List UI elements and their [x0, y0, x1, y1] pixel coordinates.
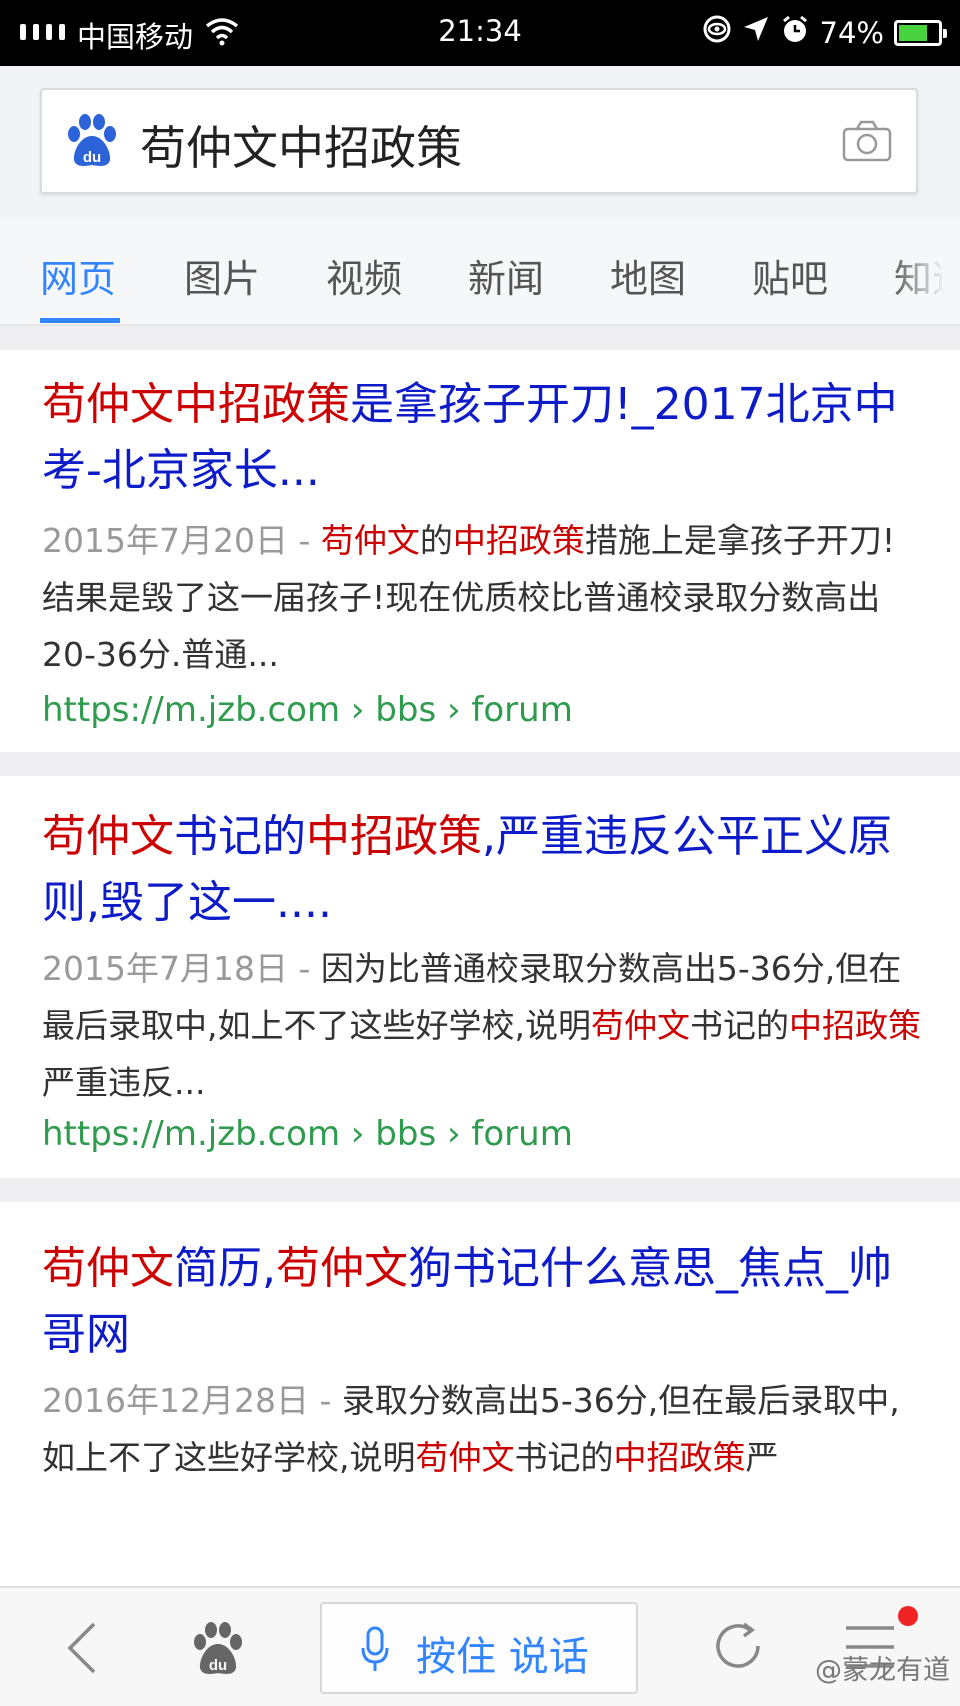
search-box[interactable]: du 苟仲文中招政策: [40, 88, 918, 194]
battery-percent: 74%: [819, 15, 884, 50]
tab-videos[interactable]: 视频: [326, 248, 402, 303]
result-snippet: 2015年7月20日 - 苟仲文的中招政策措施上是拿孩子开刀!结果是毁了这一届孩…: [42, 521, 896, 674]
back-icon[interactable]: [62, 1620, 102, 1680]
tab-tieba[interactable]: 贴吧: [752, 248, 828, 303]
vertical-tabs: 网页 图片 视频 新闻 地图 贴吧 知道: [0, 218, 960, 326]
svg-text:du: du: [83, 149, 101, 166]
battery-icon: [894, 19, 947, 46]
microphone-icon: [360, 1626, 390, 1678]
result-card[interactable]: 苟仲文书记的中招政策,严重违反公平正义原则,毁了这一.... 2015年7月18…: [0, 776, 960, 1178]
result-title[interactable]: 苟仲文简历,苟仲文狗书记什么意思_焦点_帅哥网: [42, 1236, 920, 1368]
svg-text:du: du: [209, 1657, 227, 1674]
result-card[interactable]: 苟仲文中招政策是拿孩子开刀!_2017北京中考-北京家长... 2015年7月2…: [0, 350, 960, 752]
results-list: 苟仲文中招政策是拿孩子开刀!_2017北京中考-北京家长... 2015年7月2…: [0, 326, 960, 1586]
result-date: 2015年7月20日 -: [42, 521, 321, 560]
result-title[interactable]: 苟仲文书记的中招政策,严重违反公平正义原则,毁了这一....: [42, 804, 920, 936]
result-url[interactable]: https://m.jzb.com › bbs › forum: [42, 690, 573, 730]
location-arrow-icon: [742, 15, 770, 50]
result-snippet: 2015年7月18日 - 因为比普通校录取分数高出5-36分,但在最后录取中,如…: [42, 949, 921, 1102]
result-card[interactable]: 苟仲文简历,苟仲文狗书记什么意思_焦点_帅哥网 2016年12月28日 - 录取…: [0, 1202, 960, 1586]
status-bar: 中国移动 21:34 74%: [0, 0, 960, 66]
active-tab-indicator: [40, 318, 120, 323]
alarm-icon: [780, 14, 810, 51]
camera-icon[interactable]: [842, 120, 892, 166]
eye-protection-icon: [702, 14, 732, 51]
tab-maps[interactable]: 地图: [610, 248, 686, 303]
hold-to-talk-button[interactable]: 按住 说话: [320, 1602, 638, 1694]
search-query[interactable]: 苟仲文中招政策: [140, 112, 462, 178]
refresh-icon[interactable]: [710, 1618, 766, 1678]
tab-web[interactable]: 网页: [40, 248, 116, 303]
result-url[interactable]: https://m.jzb.com › bbs › forum: [42, 1114, 573, 1154]
notification-dot: [898, 1606, 918, 1626]
bottom-toolbar: du 按住 说话 @蒙龙有道: [0, 1586, 960, 1706]
tab-images[interactable]: 图片: [184, 248, 260, 303]
hold-to-talk-label: 按住 说话: [416, 1634, 589, 1680]
tab-news[interactable]: 新闻: [468, 248, 544, 303]
weibo-watermark: @蒙龙有道: [815, 1655, 950, 1686]
result-snippet: 2016年12月28日 - 录取分数高出5-36分,但在最后录取中,如上不了这些…: [42, 1381, 900, 1477]
baidu-home-icon[interactable]: du: [190, 1620, 246, 1682]
baidu-paw-icon[interactable]: du: [64, 112, 120, 174]
result-title[interactable]: 苟仲文中招政策是拿孩子开刀!_2017北京中考-北京家长...: [42, 372, 920, 504]
result-date: 2016年12月28日 -: [42, 1381, 342, 1420]
result-date: 2015年7月18日 -: [42, 949, 321, 988]
search-header: du 苟仲文中招政策: [0, 66, 960, 218]
